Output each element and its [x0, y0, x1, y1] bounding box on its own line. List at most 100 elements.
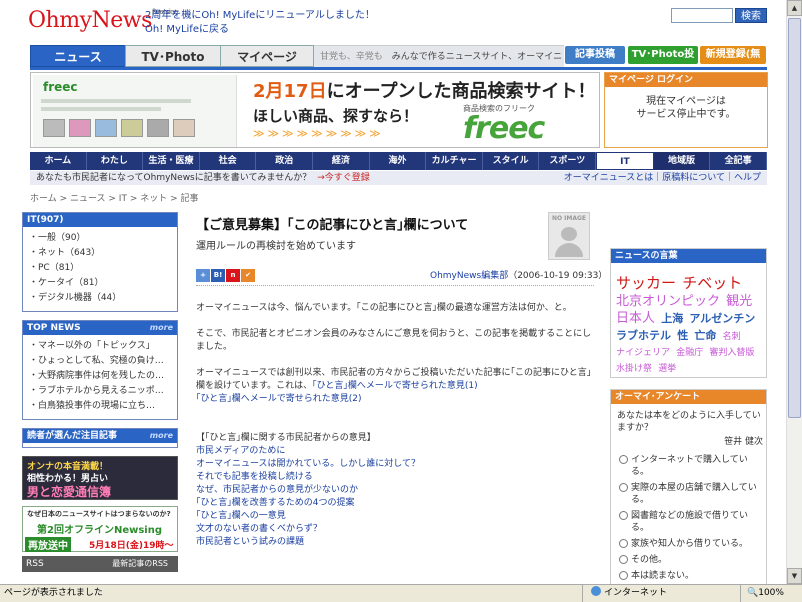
- cat-politics[interactable]: 政治: [256, 152, 314, 170]
- article-divider: [196, 285, 594, 286]
- tag-link[interactable]: 金融庁: [676, 348, 703, 358]
- radio-button[interactable]: [619, 511, 628, 520]
- enquete-option[interactable]: その他。: [619, 554, 765, 566]
- announce-line2[interactable]: Oh! MyLifeに戻る: [145, 23, 375, 37]
- top-news-item[interactable]: ・大野病院事件は何を残したの…: [29, 369, 171, 384]
- top-news-item[interactable]: ・ラブホテルから見えるニッポ…: [29, 384, 171, 399]
- related-link[interactable]: 市民メディアのために: [196, 445, 594, 458]
- cat-local[interactable]: 地域版: [653, 152, 711, 170]
- related-link[interactable]: なぜ、市民記者からの意見が少ないのか: [196, 484, 594, 497]
- post-tv-photo-button[interactable]: TV･Photo投稿: [628, 46, 698, 78]
- radio-button[interactable]: [619, 455, 628, 464]
- search-button[interactable]: 検索: [735, 8, 767, 23]
- scroll-thumb[interactable]: [788, 18, 801, 418]
- tag-link[interactable]: 名刺: [723, 332, 741, 342]
- cat-economy[interactable]: 経済: [313, 152, 370, 170]
- tag-link[interactable]: アルゼンチン: [689, 312, 755, 325]
- announce-line1[interactable]: 2周年を機にOh! MyLifeにリニューアルしました！: [145, 9, 375, 23]
- subbar-links[interactable]: オーマイニュースとは｜原稿料について｜ヘルプ: [564, 171, 761, 185]
- cat-all[interactable]: 全記事: [710, 152, 767, 170]
- tag-link[interactable]: 審判入替版: [709, 348, 754, 358]
- enquete-option[interactable]: 図書館などの施設で借りている。: [619, 510, 765, 534]
- rss-label: RSS: [26, 559, 44, 569]
- enquete-author: 笹井 健次: [724, 437, 763, 447]
- globe-icon: [591, 586, 601, 596]
- newsing-icon[interactable]: n: [226, 269, 240, 282]
- tag-link[interactable]: 観光: [726, 294, 752, 309]
- cat-watashi[interactable]: わたし: [87, 152, 144, 170]
- it-subcat-keitai[interactable]: ・ケータイ（81）: [29, 276, 171, 291]
- vertical-scrollbar[interactable]: ▲ ▼: [786, 0, 802, 584]
- readers-pick-box: 読者が選んだ注目記事 more: [22, 428, 178, 448]
- tag-link[interactable]: サッカー: [616, 274, 676, 292]
- option-label: 本は読まない。: [631, 571, 695, 581]
- enquete-option[interactable]: 本は読まない。: [619, 570, 765, 582]
- tag-link[interactable]: 上海: [661, 312, 683, 325]
- ad-offline-newsing[interactable]: なぜ日本のニュースサイトはつまらないのか? 第2回オフラインNewsing 再放…: [22, 506, 178, 552]
- tag-link[interactable]: 日本人: [616, 311, 655, 326]
- tag-link[interactable]: 亡命: [694, 329, 716, 342]
- top-news-more-link[interactable]: more: [150, 321, 173, 335]
- opinion-link-1[interactable]: ｢ひと言｣欄へメールで寄せられた意見(1): [312, 381, 477, 391]
- tag-link[interactable]: 水掛け祭: [616, 364, 652, 374]
- tag-link[interactable]: 性: [677, 329, 688, 342]
- related-link[interactable]: それでも記事を投稿し続ける: [196, 471, 594, 484]
- cat-culture[interactable]: カルチャー: [426, 152, 483, 170]
- scroll-down-arrow-icon[interactable]: ▼: [787, 568, 802, 584]
- top-news-item[interactable]: ・マネー以外の「トピックス」: [29, 339, 171, 354]
- search-input[interactable]: [671, 8, 733, 23]
- register-button[interactable]: 新規登録(無料): [700, 46, 766, 78]
- radio-button[interactable]: [619, 571, 628, 580]
- related-link[interactable]: ｢ひと言｣欄への一意見: [196, 510, 594, 523]
- banner-title-date: 2月17日: [253, 81, 327, 102]
- it-box-title[interactable]: IT(907): [23, 213, 177, 227]
- tab-mypage[interactable]: マイページ: [220, 45, 314, 67]
- add-clip-icon[interactable]: +: [196, 269, 210, 282]
- it-subcat-pc[interactable]: ・PC（81）: [29, 261, 171, 276]
- related-link[interactable]: 市民記者という試みの課題: [196, 536, 594, 549]
- readers-pick-more-link[interactable]: more: [150, 429, 173, 443]
- it-subcat-general[interactable]: ・一般（90）: [29, 231, 171, 246]
- tab-news[interactable]: ニュース: [30, 45, 126, 67]
- tag-link[interactable]: 北京オリンピック: [616, 294, 720, 309]
- enquete-option[interactable]: 実際の本屋の店舗で購入している。: [619, 482, 765, 506]
- radio-button[interactable]: [619, 555, 628, 564]
- tag-link[interactable]: チベット: [682, 274, 742, 292]
- scroll-up-arrow-icon[interactable]: ▲: [787, 0, 802, 16]
- tag-link[interactable]: 選挙: [658, 364, 676, 374]
- enquete-option[interactable]: インターネットで購入している。: [619, 454, 765, 478]
- related-link[interactable]: 文才のない者の書くべからず？: [196, 523, 594, 536]
- breadcrumb[interactable]: ホーム > ニュース > IT > ネット > 記事: [30, 191, 198, 204]
- cat-style[interactable]: スタイル: [483, 152, 540, 170]
- post-article-button[interactable]: 記事投稿: [565, 46, 625, 64]
- tag-link[interactable]: ナイジェリア: [616, 348, 670, 358]
- cat-life[interactable]: 生活・医療: [143, 152, 200, 170]
- cat-sports[interactable]: スポーツ: [539, 152, 597, 170]
- rss-latest-link[interactable]: 最新記事のRSS: [112, 556, 168, 572]
- enquete-option[interactable]: 家族や知人から借りている。: [619, 538, 765, 550]
- subbar-text: あなたも市民記者になってOhmyNewsに記事を書いてみませんか？: [36, 173, 312, 183]
- opinion-link-2[interactable]: ｢ひと言｣欄へメールで寄せられた意見(2): [196, 394, 361, 404]
- ad-love-fortune[interactable]: オンナの本音満載！ 相性わかる！男占い 男と恋愛通信簿: [22, 456, 178, 500]
- author-link[interactable]: OhmyNews編集部: [430, 271, 508, 281]
- radio-button[interactable]: [619, 539, 628, 548]
- cat-world[interactable]: 海外: [370, 152, 427, 170]
- radio-button[interactable]: [619, 483, 628, 492]
- it-subcat-digital[interactable]: ・デジタル機器（44）: [29, 291, 171, 306]
- freec-banner[interactable]: freec 2月17日にオープンした商品検索サイト！ ほしい商品、探すなら！ ≫…: [30, 72, 600, 148]
- tag-link[interactable]: ラブホテル: [616, 329, 671, 342]
- it-subcat-net[interactable]: ・ネット（643）: [29, 246, 171, 261]
- register-now-link[interactable]: →今すぐ登録: [317, 173, 370, 183]
- related-link[interactable]: ｢ひと言｣欄を改善するための4つの提案: [196, 497, 594, 510]
- check-icon[interactable]: ✔: [241, 269, 255, 282]
- cat-society[interactable]: 社会: [200, 152, 257, 170]
- hatena-bookmark-icon[interactable]: B!: [211, 269, 225, 282]
- cat-home[interactable]: ホーム: [30, 152, 87, 170]
- cat-it[interactable]: IT: [596, 152, 654, 170]
- rss-bar[interactable]: RSS 最新記事のRSS: [22, 556, 178, 572]
- top-news-item[interactable]: ・白鳥猿投事件の現場に立ち…: [29, 399, 171, 414]
- related-link[interactable]: オーマイニュースは開かれている。しかし誰に対して？: [196, 458, 594, 471]
- top-news-item[interactable]: ・ひょっとして私、究極の負け…: [29, 354, 171, 369]
- zoom-level[interactable]: 🔍100%: [740, 585, 784, 602]
- tab-tv-photo[interactable]: TV･Photo: [125, 45, 221, 67]
